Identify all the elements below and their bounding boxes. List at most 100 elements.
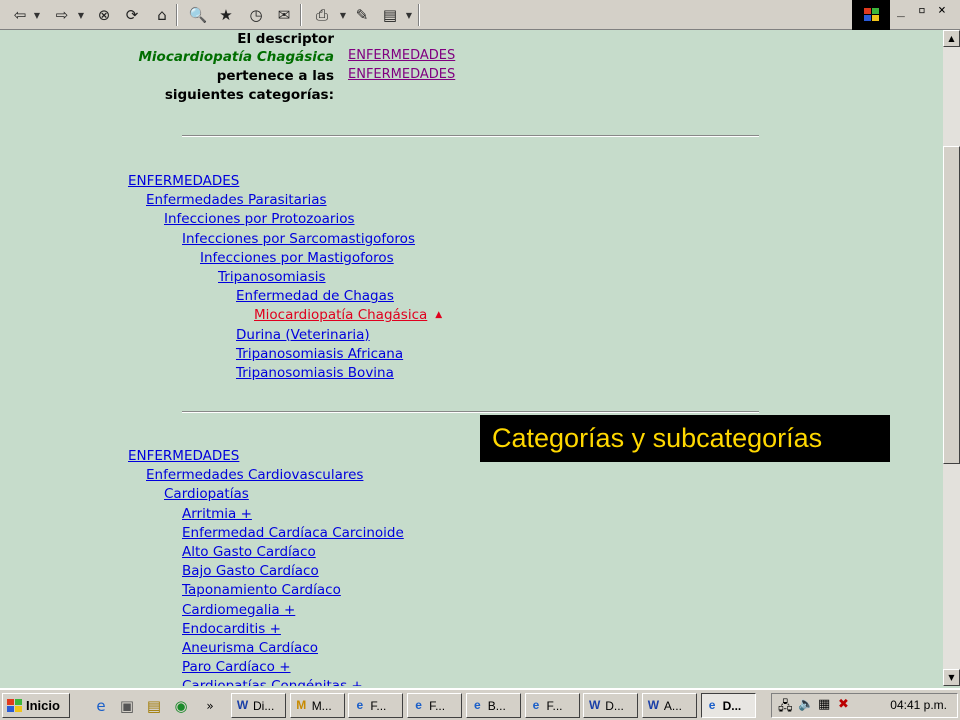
taskbar-button[interactable]: e F...: [407, 693, 463, 718]
taskbar-button[interactable]: e F...: [348, 693, 404, 718]
current-marker-icon: ▲: [435, 310, 443, 321]
taskbar-button[interactable]: W Di...: [231, 693, 286, 718]
print-icon[interactable]: ⎙: [310, 4, 334, 26]
word-icon: W: [236, 698, 249, 712]
media-quicklaunch-icon[interactable]: ◉: [170, 695, 192, 717]
toolbar-separator: [176, 4, 178, 26]
tree-item-label: Endocarditis +: [182, 620, 281, 637]
ie-icon: e: [708, 698, 716, 712]
mail-dropdown-icon[interactable]: ▼: [338, 4, 348, 26]
tree-item[interactable]: Infecciones por Sarcomastigoforos: [182, 230, 415, 249]
tree-item[interactable]: Alto Gasto Cardíaco: [182, 543, 316, 562]
tree-item-label: ENFERMEDADES: [128, 448, 240, 464]
scroll-up-button[interactable]: ▲: [943, 30, 960, 47]
tree-item-label: Tripanosomiasis Bovina: [236, 365, 394, 381]
tree-item[interactable]: Aneurisma Cardíaco: [182, 639, 318, 658]
caption-overlay: Categorías y subcategorías: [480, 415, 890, 462]
edit-dropdown-icon[interactable]: ▼: [404, 4, 414, 26]
network-icon[interactable]: 🖧: [778, 697, 793, 719]
category-link-2[interactable]: ENFERMEDADES: [348, 67, 455, 82]
stop-icon[interactable]: ⊗: [92, 4, 116, 26]
tree-item[interactable]: Cardiomegalia +: [182, 601, 295, 620]
taskbar-button-label: F...: [429, 698, 446, 713]
app-icon: M: [296, 698, 307, 712]
ie-quicklaunch-icon[interactable]: e: [90, 695, 112, 717]
start-button[interactable]: Inicio: [2, 693, 70, 718]
descriptor-text-2: pertenece a las: [216, 68, 334, 84]
descriptor-name: Miocardiopatía Chagásica: [138, 49, 334, 65]
tree-item[interactable]: Infecciones por Protozoarios: [164, 210, 355, 229]
favorites-icon[interactable]: ★: [214, 4, 238, 26]
scroll-thumb[interactable]: [943, 146, 960, 464]
printer-tray-icon[interactable]: ✖: [838, 697, 849, 712]
word-icon: W: [647, 698, 660, 712]
taskbar-button[interactable]: W A...: [641, 693, 697, 718]
history-icon[interactable]: ◷: [244, 4, 268, 26]
home-icon[interactable]: ⌂: [150, 4, 174, 26]
system-tray: 🖧 🔈 ▦ ✖ 04:41 p.m.: [771, 693, 958, 718]
forward-dropdown-icon[interactable]: ▼: [76, 4, 86, 26]
tree-item[interactable]: Enfermedades Parasitarias: [146, 191, 327, 210]
tree-item[interactable]: Durina (Veterinaria): [236, 326, 370, 345]
taskbar-button-label: F...: [546, 698, 563, 713]
edit-icon[interactable]: ✎: [350, 4, 374, 26]
close-button[interactable]: ×: [938, 3, 946, 18]
search-icon[interactable]: 🔍: [186, 4, 210, 26]
tree-item[interactable]: Tripanosomiasis Bovina: [236, 364, 394, 383]
descriptor-text-3: siguientes categorías:: [164, 87, 334, 103]
taskbar-button[interactable]: W D...: [583, 693, 639, 718]
back-icon[interactable]: ⇦: [8, 4, 32, 26]
tree-item[interactable]: Cardiopatías Congénitas +: [182, 677, 363, 686]
taskbar-button[interactable]: e D...: [700, 693, 756, 718]
tree-item-current[interactable]: Miocardiopatía Chagásica ▲: [254, 306, 442, 325]
tree-item[interactable]: Enfermedad de Chagas: [236, 287, 394, 306]
category-link-1[interactable]: ENFERMEDADES: [348, 48, 455, 63]
taskbar-button[interactable]: M M...: [289, 693, 345, 718]
tree-item[interactable]: ENFERMEDADES: [128, 447, 239, 466]
tree-item-label: Alto Gasto Cardíaco: [182, 544, 316, 560]
scroll-down-button[interactable]: ▼: [943, 669, 960, 686]
tree-item[interactable]: Paro Cardíaco +: [182, 658, 291, 677]
more-chevron-icon[interactable]: »: [199, 695, 221, 717]
refresh-icon[interactable]: ⟳: [120, 4, 144, 26]
tree-item-label: Aneurisma Cardíaco: [182, 640, 318, 656]
minimize-button[interactable]: _: [897, 3, 905, 18]
ie-icon: e: [356, 698, 364, 712]
explorer-quicklaunch-icon[interactable]: ▤: [143, 695, 165, 717]
taskbar-button-label: A...: [663, 698, 682, 713]
tree-item-label: Paro Cardíaco +: [182, 659, 291, 676]
back-dropdown-icon[interactable]: ▼: [32, 4, 42, 26]
tree-item-label: Cardiomegalia +: [182, 601, 296, 618]
taskbar-button-label: Di...: [253, 698, 275, 713]
forward-icon[interactable]: ⇨: [50, 4, 74, 26]
tree-item[interactable]: Tripanosomiasis Africana: [236, 345, 403, 364]
tree-item[interactable]: Tripanosomiasis: [218, 268, 326, 287]
tree-item[interactable]: Enfermedad Cardíaca Carcinoide: [182, 524, 404, 543]
browser-toolbar: ⇦ ⇨ ⊗ ⟳ ⌂ 🔍 ★ ◷ ✉ ⎙ ✎ ▤ ▼ ▼ ▼ ▼: [0, 0, 960, 30]
taskbar-button[interactable]: e F...: [524, 693, 580, 718]
volume-icon[interactable]: 🔈: [798, 697, 814, 712]
restore-button[interactable]: ▫: [918, 3, 926, 18]
app-tray-icon[interactable]: ▦: [818, 697, 830, 712]
tree-item[interactable]: Cardiopatías: [164, 485, 249, 504]
tree-item[interactable]: Infecciones por Mastigoforos: [200, 249, 394, 268]
mail-icon[interactable]: ✉: [272, 4, 296, 26]
page-content: El descriptor Miocardiopatía Chagásica p…: [0, 30, 943, 686]
taskbar-button-label: M...: [311, 698, 332, 713]
discuss-icon[interactable]: ▤: [378, 4, 402, 26]
tree-item-label: Tripanosomiasis Africana: [236, 345, 404, 362]
tree-item[interactable]: Arritmia +: [182, 505, 252, 524]
desktop-quicklaunch-icon[interactable]: ▣: [116, 695, 138, 717]
tree-item[interactable]: Taponamiento Cardíaco: [182, 581, 341, 600]
tree-item[interactable]: Enfermedades Cardiovasculares: [146, 466, 363, 485]
tree-item[interactable]: Bajo Gasto Cardíaco: [182, 562, 319, 581]
tree-item[interactable]: Endocarditis +: [182, 620, 281, 639]
start-label: Inicio: [26, 698, 60, 713]
windows-flag-icon: [7, 698, 23, 713]
tree-item[interactable]: ENFERMEDADES: [128, 172, 239, 191]
taskbar-button[interactable]: e B...: [465, 693, 521, 718]
vertical-scrollbar[interactable]: ▲ ▼: [943, 30, 960, 686]
ie-icon: e: [473, 698, 481, 712]
tree-item-label: Enfermedad Cardíaca Carcinoide: [182, 524, 404, 541]
tree-item-label: Enfermedades Parasitarias: [146, 192, 327, 209]
